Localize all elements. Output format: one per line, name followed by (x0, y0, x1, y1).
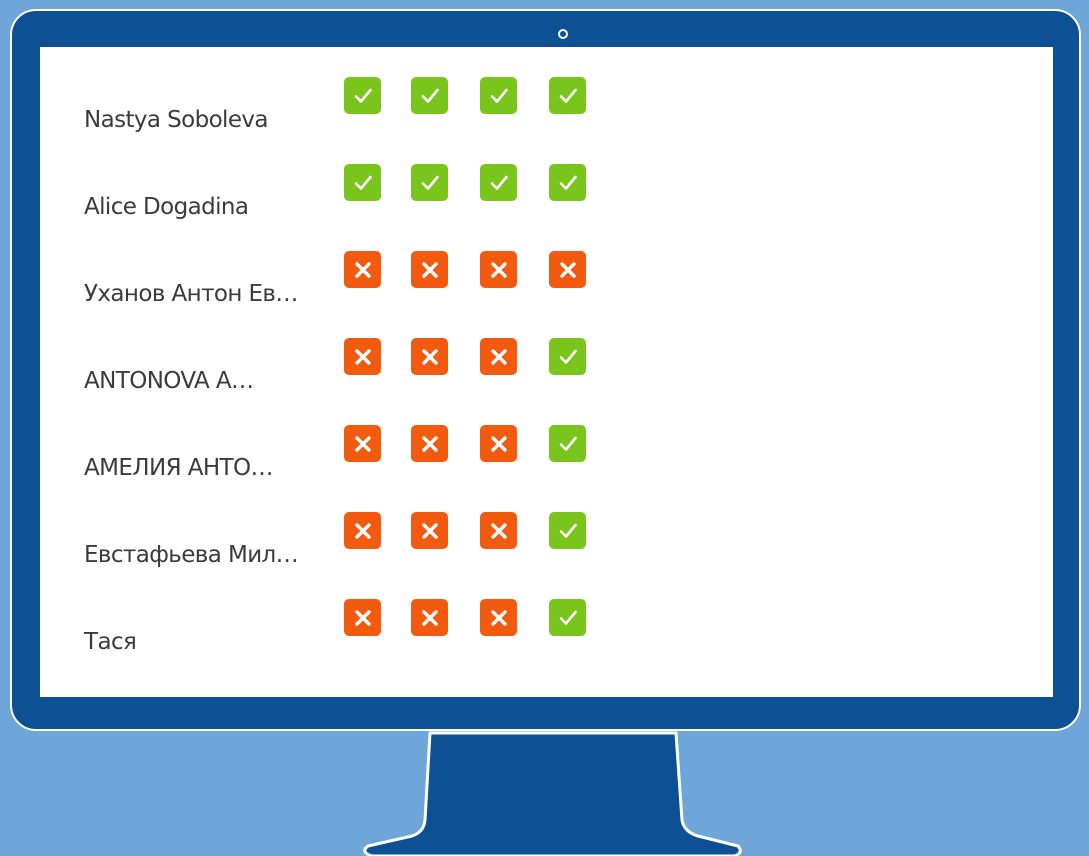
monitor-stand (363, 731, 742, 856)
